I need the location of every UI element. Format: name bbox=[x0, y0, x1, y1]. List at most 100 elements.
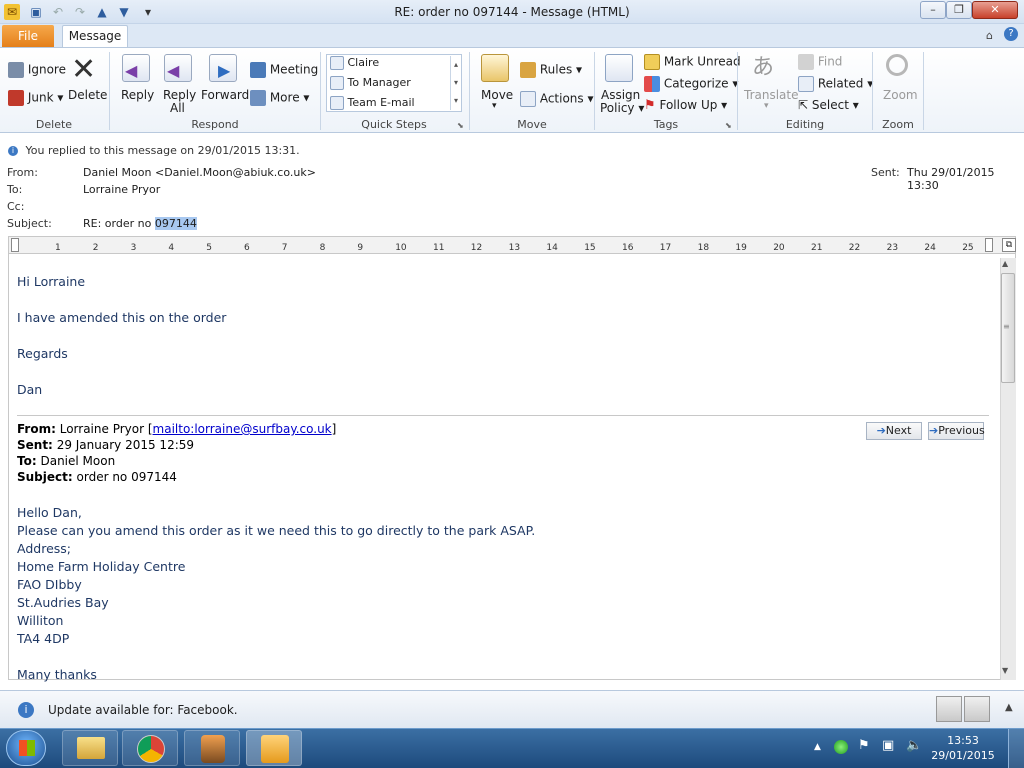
dialog-launcher-icon[interactable]: ⬊ bbox=[725, 121, 732, 130]
outlook-taskbar-button[interactable] bbox=[246, 730, 302, 766]
window-title: RE: order no 097144 - Message (HTML) bbox=[394, 5, 630, 19]
mailto-link[interactable]: mailto:lorraine@surfbay.co.uk bbox=[153, 422, 332, 436]
scroll-down-icon[interactable]: ▼ bbox=[1002, 666, 1008, 675]
previous-button[interactable]: ➔Previous bbox=[928, 422, 985, 440]
quoted-to-label: To: bbox=[17, 454, 37, 468]
ruler-tick: 19 bbox=[735, 243, 747, 253]
show-hidden-icons[interactable]: ▲ bbox=[814, 742, 821, 752]
quoted-to: To: Daniel Moon bbox=[17, 454, 115, 468]
tab-message[interactable]: Message bbox=[62, 25, 128, 48]
network-icon[interactable]: ▣ bbox=[882, 738, 894, 753]
quick-step-team-email[interactable]: Team E-mail bbox=[330, 95, 415, 111]
related-button[interactable]: Related ▾ bbox=[798, 76, 873, 92]
follow-up-button[interactable]: ⚑ Follow Up ▾ bbox=[644, 98, 727, 113]
group-label-tags: Tags bbox=[653, 118, 679, 131]
mark-unread-label: Mark Unread bbox=[663, 54, 741, 69]
chrome-taskbar-button[interactable] bbox=[122, 730, 178, 766]
more-button[interactable]: More ▾ bbox=[250, 90, 309, 106]
ignore-icon bbox=[8, 62, 24, 78]
volume-icon[interactable]: 🔈 bbox=[906, 738, 922, 753]
junk-button[interactable]: Junk ▾ bbox=[8, 90, 63, 106]
translate-button[interactable]: あ Translate ▾ bbox=[744, 54, 799, 114]
minimize-button[interactable]: – bbox=[920, 1, 946, 19]
forward-button[interactable]: ▶ Forward bbox=[200, 54, 249, 114]
reply-all-button[interactable]: ◀ Reply All bbox=[160, 54, 196, 115]
previous-label: Previous bbox=[938, 424, 985, 437]
ruler-tick: 9 bbox=[357, 243, 364, 253]
forward-icon: ▶ bbox=[209, 54, 237, 82]
reply-button[interactable]: ◀ Reply bbox=[118, 54, 154, 114]
meeting-button[interactable]: Meeting bbox=[250, 62, 318, 78]
junk-icon bbox=[8, 90, 24, 106]
ruler-tick: 14 bbox=[546, 243, 558, 253]
sent-value: Thu 29/01/2015 13:30 bbox=[907, 166, 995, 192]
move-folder-icon bbox=[481, 54, 509, 82]
tab-file[interactable]: File bbox=[2, 25, 54, 47]
find-button[interactable]: Find bbox=[798, 54, 842, 70]
quick-steps-scroll[interactable]: ▴ ▾ ▾ bbox=[450, 56, 461, 110]
zoom-button[interactable]: Zoom bbox=[880, 54, 918, 114]
close-button[interactable]: ✕ bbox=[972, 1, 1018, 19]
actions-button[interactable]: Actions ▾ bbox=[520, 91, 594, 107]
person-icon[interactable] bbox=[964, 696, 990, 722]
action-center-flag-icon[interactable]: ⚑ bbox=[858, 738, 870, 753]
quick-step-label: To Manager bbox=[347, 76, 411, 89]
expand-pane-icon[interactable]: ▲ bbox=[1005, 702, 1013, 713]
translate-label: Translate bbox=[744, 88, 799, 102]
from-value[interactable]: Daniel Moon <Daniel.Moon@abiuk.co.uk> bbox=[83, 166, 316, 179]
indent-marker[interactable] bbox=[11, 238, 19, 252]
group-label-quick-steps: Quick Steps bbox=[361, 118, 427, 131]
delete-button[interactable]: ✕ Delete bbox=[68, 54, 107, 114]
update-text[interactable]: Update available for: Facebook. bbox=[48, 703, 238, 717]
quoted-sent-value: 29 January 2015 12:59 bbox=[56, 438, 195, 452]
quoted-from-bracket: ] bbox=[331, 422, 337, 436]
follow-up-label: Follow Up bbox=[659, 98, 718, 112]
dialog-launcher-icon[interactable]: ⬊ bbox=[457, 121, 464, 130]
body-line: Please can you amend this order as it we… bbox=[17, 523, 536, 538]
reply-icon: ◀ bbox=[122, 54, 150, 82]
rules-icon bbox=[520, 62, 536, 78]
to-label: To: bbox=[7, 183, 23, 196]
scroll-up-icon[interactable]: ▲ bbox=[1002, 259, 1008, 268]
clock[interactable]: 13:53 29/01/2015 bbox=[930, 733, 996, 763]
help-icon[interactable]: ? bbox=[1004, 27, 1018, 41]
quick-step-icon bbox=[330, 96, 344, 110]
show-desktop-button[interactable] bbox=[1008, 729, 1024, 768]
assign-policy-button[interactable]: Assign Policy ▾ bbox=[600, 54, 644, 115]
junk-label: Junk bbox=[27, 90, 54, 105]
divider bbox=[923, 52, 924, 130]
person-icon[interactable] bbox=[936, 696, 962, 722]
body-line: Dan bbox=[17, 382, 43, 397]
quick-step-claire[interactable]: Claire bbox=[330, 55, 379, 71]
body-line: Williton bbox=[17, 613, 64, 628]
body-line: St.Audries Bay bbox=[17, 595, 109, 610]
to-value[interactable]: Lorraine Pryor bbox=[83, 183, 160, 196]
ruler-tick: 18 bbox=[697, 243, 710, 253]
ignore-button[interactable]: Ignore bbox=[8, 62, 66, 78]
body-line: Regards bbox=[17, 346, 68, 361]
actions-icon bbox=[520, 91, 536, 107]
categorize-icon bbox=[644, 76, 660, 92]
move-button[interactable]: Move ▾ bbox=[478, 54, 514, 114]
windows-logo-icon bbox=[19, 740, 35, 756]
quick-step-to-manager[interactable]: To Manager bbox=[330, 75, 411, 91]
phone-app-taskbar-button[interactable] bbox=[184, 730, 240, 766]
restore-button[interactable]: ❐ bbox=[946, 1, 972, 19]
ignore-label: Ignore bbox=[27, 62, 66, 77]
categorize-button[interactable]: Categorize ▾ bbox=[644, 76, 738, 92]
meeting-label: Meeting bbox=[269, 62, 319, 77]
rules-button[interactable]: Rules ▾ bbox=[520, 62, 582, 78]
start-button[interactable] bbox=[6, 730, 46, 766]
subject-value[interactable]: RE: order no 097144 bbox=[83, 217, 197, 230]
group-label-delete: Delete bbox=[35, 118, 73, 131]
dropdown-arrow-icon: ▾ bbox=[492, 101, 497, 111]
categorize-label: Categorize bbox=[663, 76, 729, 91]
collapse-ribbon-icon[interactable]: ⌂ bbox=[986, 29, 993, 42]
select-button[interactable]: ⇱ Select ▾ bbox=[798, 98, 859, 112]
ruler-toggle-icon[interactable]: ⧉ bbox=[1002, 238, 1016, 252]
explorer-taskbar-button[interactable] bbox=[62, 730, 118, 766]
next-button[interactable]: ➔Next bbox=[866, 422, 922, 440]
right-indent-marker[interactable] bbox=[985, 238, 993, 252]
status-icon[interactable] bbox=[834, 740, 848, 754]
mark-unread-button[interactable]: Mark Unread bbox=[644, 54, 741, 70]
